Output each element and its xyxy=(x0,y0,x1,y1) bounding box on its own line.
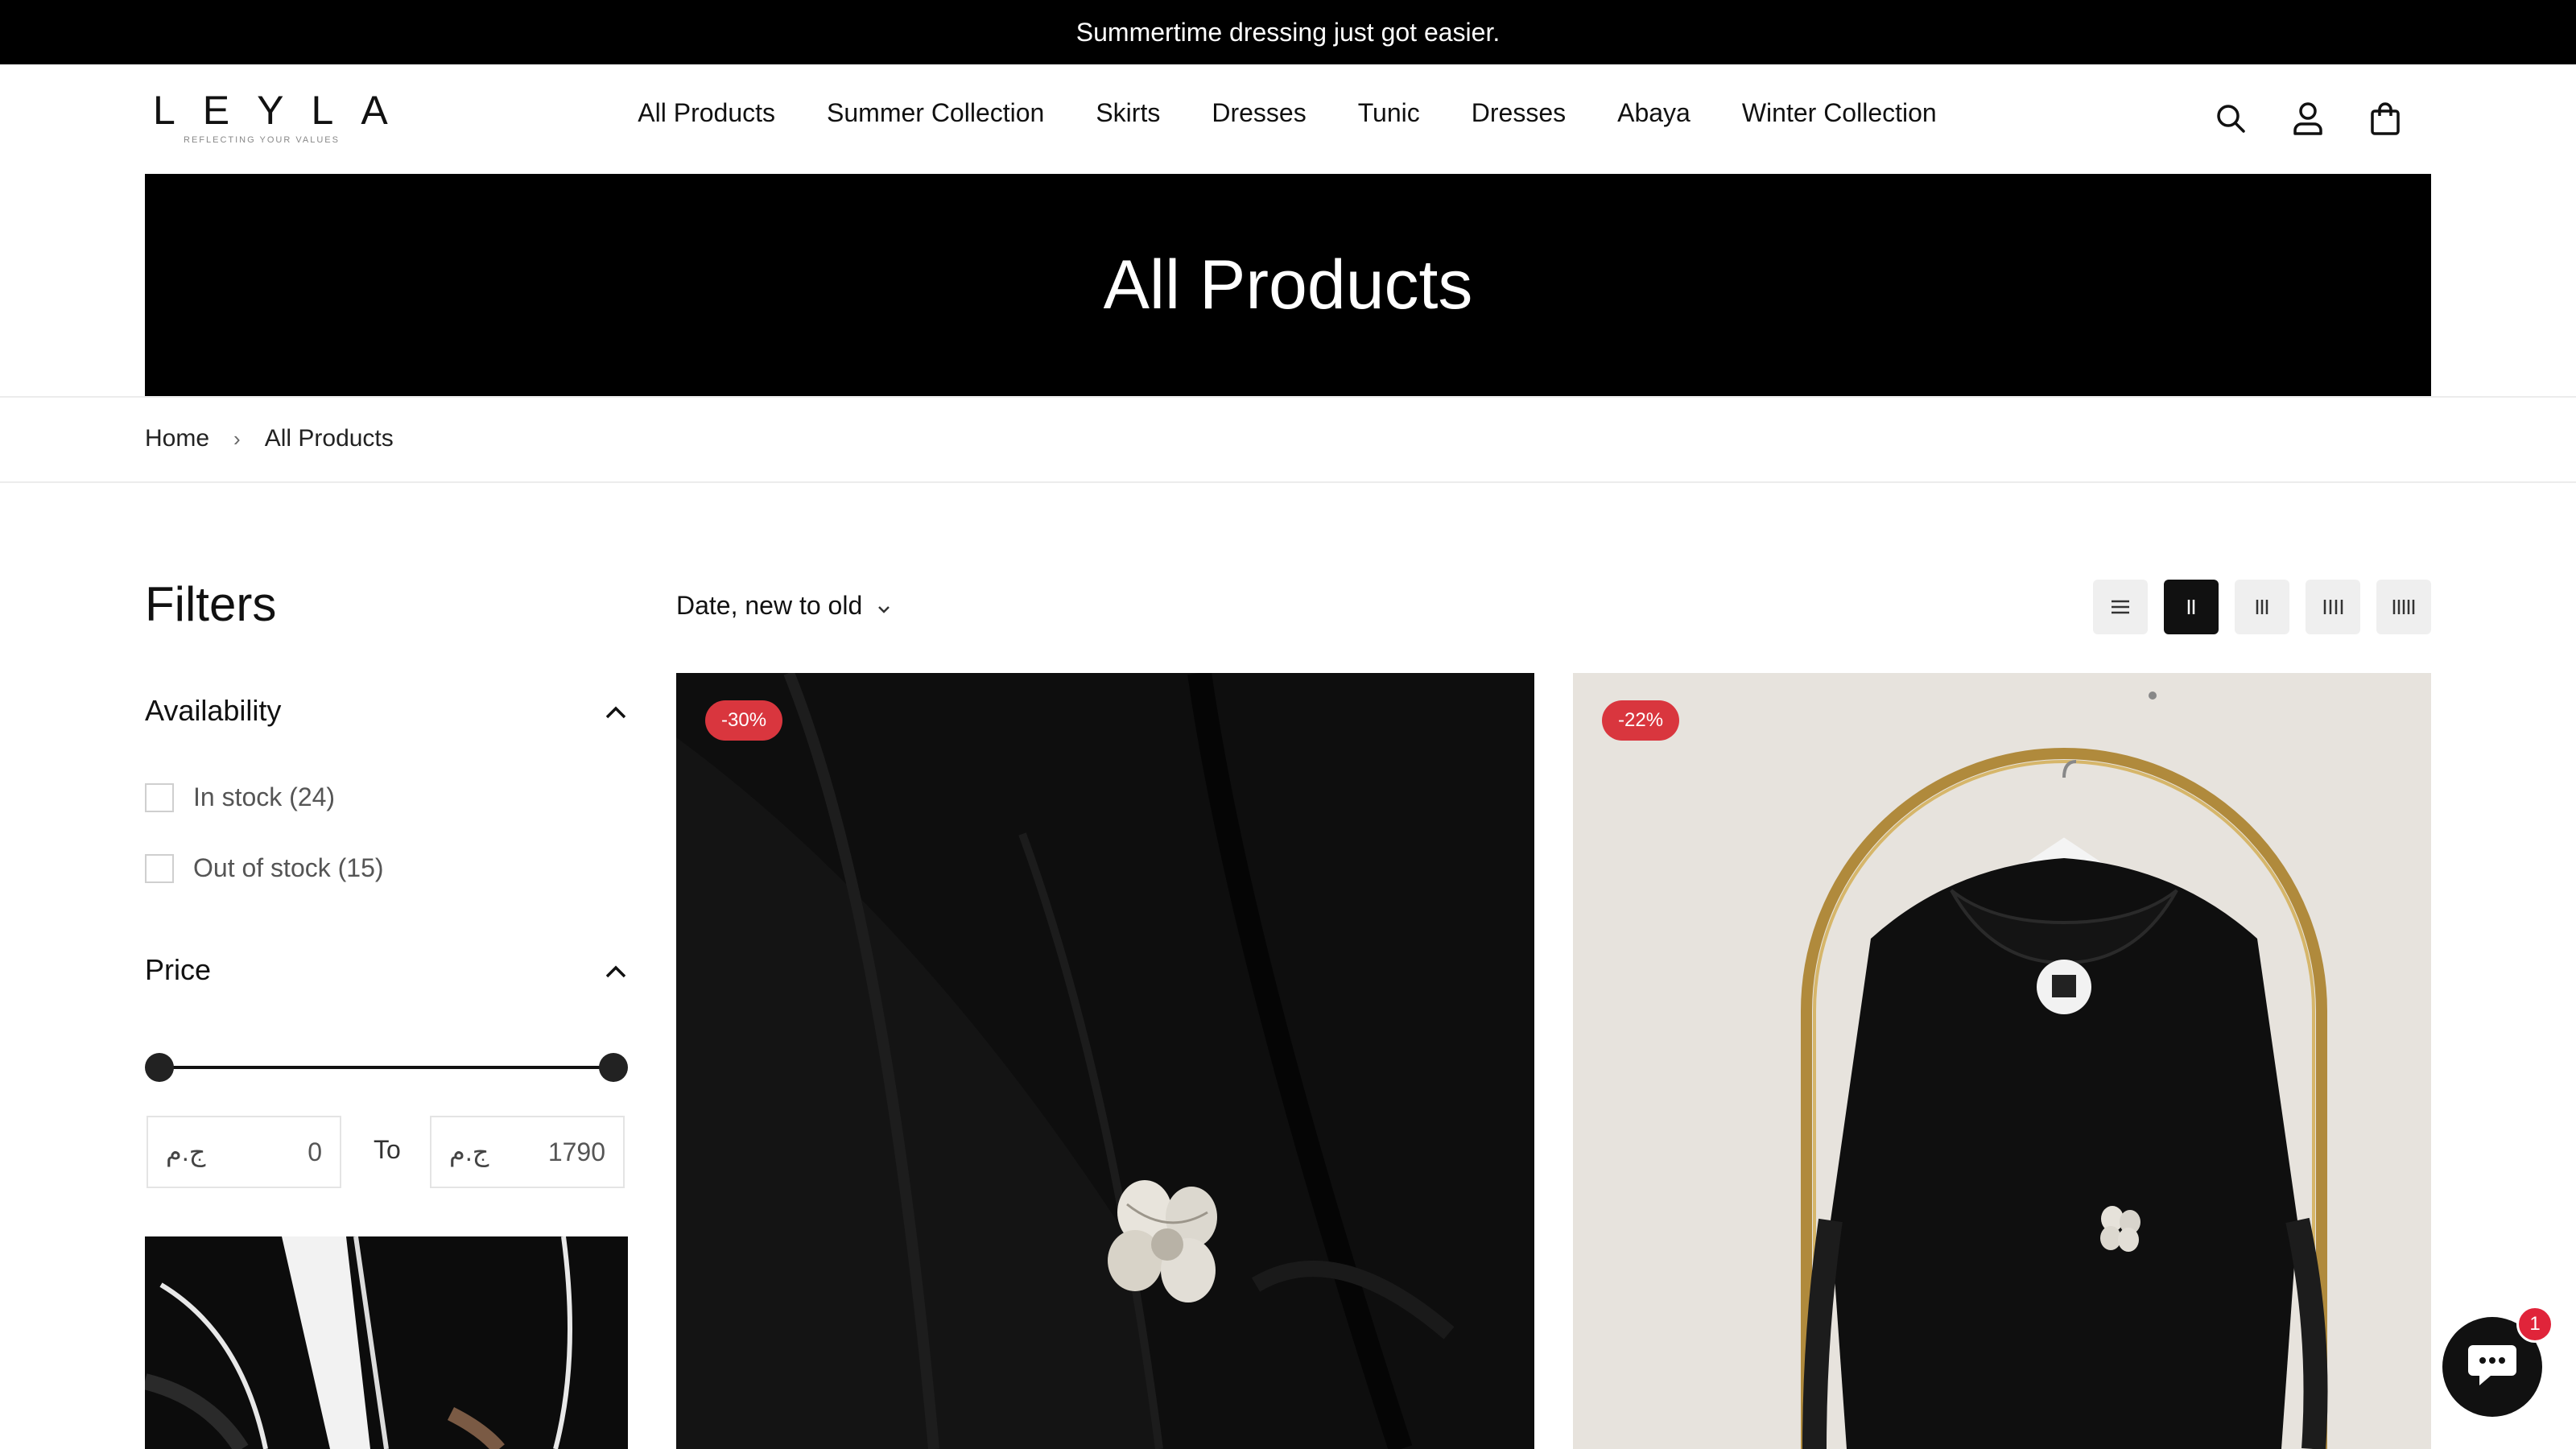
currency-label: ج.م xyxy=(449,1137,489,1166)
breadcrumb-home[interactable]: Home xyxy=(145,425,209,452)
chat-unread-badge: 1 xyxy=(2516,1306,2553,1343)
grid-layout-switcher xyxy=(2093,580,2431,634)
checkbox[interactable] xyxy=(145,782,174,812)
price-range-slider[interactable] xyxy=(145,1051,628,1084)
cart-icon[interactable] xyxy=(2365,98,2405,138)
price-min-value: 0 xyxy=(308,1137,322,1166)
filters-title: Filters xyxy=(145,577,277,631)
account-icon[interactable] xyxy=(2288,98,2328,138)
layout-list-button[interactable] xyxy=(2093,580,2148,634)
price-min-input[interactable]: ج.م 0 xyxy=(147,1116,341,1188)
sale-badge: -30% xyxy=(705,700,783,741)
layout-4-columns-button[interactable] xyxy=(2306,580,2360,634)
sale-badge: -22% xyxy=(1602,700,1680,741)
breadcrumb: Home › All Products xyxy=(145,425,394,452)
page-title: All Products xyxy=(1103,246,1473,324)
layout-3-columns-button[interactable] xyxy=(2235,580,2289,634)
announcement-text: Summertime dressing just got easier. xyxy=(1075,17,1501,47)
filter-in-stock[interactable]: In stock (24) xyxy=(145,782,335,812)
layout-2-columns-button[interactable] xyxy=(2164,580,2219,634)
nav-item-abaya[interactable]: Abaya xyxy=(1617,98,1690,128)
price-label: Price xyxy=(145,953,212,986)
product-card[interactable]: -30% xyxy=(676,673,1534,1449)
filter-option-label: In stock (24) xyxy=(193,782,336,811)
brand-tagline: REFLECTING YOUR VALUES xyxy=(184,135,340,145)
announcement-bar: Summertime dressing just got easier. xyxy=(0,0,2576,64)
chevron-up-icon xyxy=(604,694,628,728)
chevron-right-icon: › xyxy=(233,426,241,451)
search-icon[interactable] xyxy=(2211,98,2251,138)
product-image xyxy=(1573,673,2431,1449)
filter-out-of-stock[interactable]: Out of stock (15) xyxy=(145,853,384,883)
sort-dropdown[interactable]: Date, new to old xyxy=(676,591,891,621)
slider-max-handle[interactable] xyxy=(599,1053,628,1082)
nav-item-summer-collection[interactable]: Summer Collection xyxy=(827,98,1044,128)
chat-icon xyxy=(2467,1342,2518,1393)
filter-option-label: Out of stock (15) xyxy=(193,853,384,882)
breadcrumb-current: All Products xyxy=(264,425,394,452)
layout-5-columns-button[interactable] xyxy=(2376,580,2431,634)
divider xyxy=(0,481,2576,483)
nav-item-dresses-2[interactable]: Dresses xyxy=(1472,98,1566,128)
slider-track xyxy=(159,1066,613,1069)
product-image xyxy=(676,673,1534,1449)
sort-label: Date, new to old xyxy=(676,591,863,620)
product-card[interactable]: -22% xyxy=(1573,673,2431,1449)
checkbox[interactable] xyxy=(145,853,174,883)
chevron-up-icon xyxy=(604,953,628,987)
currency-label: ج.م xyxy=(166,1137,206,1166)
header-icons xyxy=(2211,98,2405,138)
slider-min-handle[interactable] xyxy=(145,1053,174,1082)
nav-item-dresses[interactable]: Dresses xyxy=(1212,98,1306,128)
availability-filter-toggle[interactable]: Availability xyxy=(145,694,628,728)
divider xyxy=(0,396,2576,398)
availability-label: Availability xyxy=(145,694,282,727)
price-filter-toggle[interactable]: Price xyxy=(145,953,628,987)
price-max-value: 1790 xyxy=(547,1137,605,1166)
nav-item-tunic[interactable]: Tunic xyxy=(1358,98,1420,128)
price-to-label: To xyxy=(374,1135,401,1164)
price-max-input[interactable]: ج.م 1790 xyxy=(430,1116,625,1188)
nav-item-skirts[interactable]: Skirts xyxy=(1096,98,1160,128)
collection-hero: All Products xyxy=(145,174,2431,396)
nav-item-winter-collection[interactable]: Winter Collection xyxy=(1742,98,1937,128)
nav-item-all-products[interactable]: All Products xyxy=(638,98,775,128)
main-nav: All Products Summer Collection Skirts Dr… xyxy=(0,98,2576,128)
chevron-down-icon xyxy=(877,591,891,621)
promo-image[interactable] xyxy=(145,1236,628,1449)
